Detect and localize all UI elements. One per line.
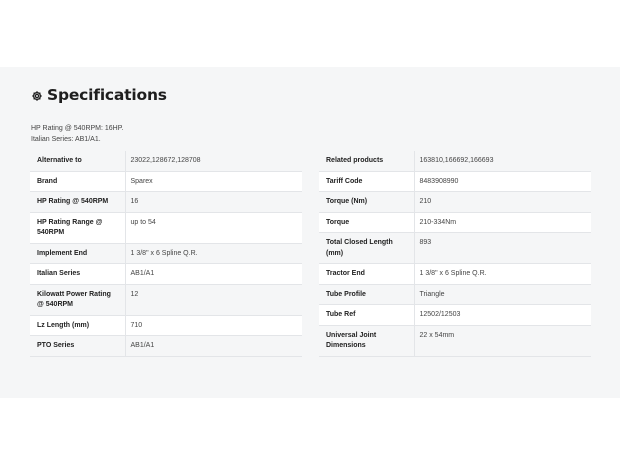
spec-label: Brand (30, 171, 126, 192)
table-row: Lz Length (mm) 710 (30, 315, 302, 336)
table-row: Universal Joint Dimensions 22 x 54mm (319, 325, 591, 357)
section-heading: Specifications (31, 85, 167, 105)
table-row: Related products 163810,166692,166693 (319, 151, 591, 172)
spec-label: Kilowatt Power Rating @ 540RPM (30, 284, 126, 316)
spec-value: 1 3/8" x 6 Spline Q.R. (414, 263, 591, 285)
spec-label: HP Rating Range @ 540RPM (30, 212, 126, 244)
spec-value: 12502/12503 (414, 304, 591, 326)
table-row: Kilowatt Power Rating @ 540RPM 12 (30, 284, 302, 316)
spec-label: Total Closed Length (mm) (319, 232, 415, 264)
table-row: Brand Sparex (30, 171, 302, 192)
spec-table-right: Related products 163810,166692,166693 Tari… (319, 151, 591, 357)
spec-value: up to 54 (125, 212, 302, 244)
spec-value: 23022,128672,128708 (125, 151, 302, 172)
spec-value: 893 (414, 232, 591, 264)
spec-value: 8483908990 (414, 171, 591, 192)
spec-value: 22 x 54mm (414, 325, 591, 357)
spec-value: 210 (414, 191, 591, 213)
table-row: Italian Series AB1/A1 (30, 263, 302, 285)
table-row: Implement End 1 3/8" x 6 Spline Q.R. (30, 243, 302, 264)
spec-label: Tariff Code (319, 171, 415, 192)
spec-label: PTO Series (30, 335, 126, 357)
table-row: Total Closed Length (mm) 893 (319, 232, 591, 264)
spec-label: Torque (319, 212, 415, 233)
summary-line: Italian Series: AB1/A1. (31, 136, 101, 143)
spec-label: Lz Length (mm) (30, 315, 126, 336)
table-row: Alternative to 23022,128672,128708 (30, 151, 302, 172)
spec-label: Universal Joint Dimensions (319, 325, 415, 357)
table-row: Tractor End 1 3/8" x 6 Spline Q.R. (319, 263, 591, 285)
spec-label: Related products (319, 151, 415, 172)
spec-table-left: Alternative to 23022,128672,128708 Brand Sp… (30, 151, 302, 357)
spec-value: 210-334Nm (414, 212, 591, 233)
spec-label: Italian Series (30, 263, 126, 285)
spec-label: Torque (Nm) (319, 191, 415, 213)
spec-value: AB1/A1 (125, 263, 302, 285)
spec-label: HP Rating @ 540RPM (30, 191, 126, 213)
table-row: Tube Ref 12502/12503 (319, 304, 591, 326)
page-title: Specifications (47, 86, 167, 104)
spec-value: 12 (125, 284, 302, 316)
spec-label: Alternative to (30, 151, 126, 172)
spec-value: 710 (125, 315, 302, 336)
table-row: HP Rating @ 540RPM 16 (30, 191, 302, 213)
summary-line: HP Rating @ 540RPM: 16HP. (31, 125, 124, 132)
table-row: Tariff Code 8483908990 (319, 171, 591, 192)
spec-value: Triangle (414, 284, 591, 305)
gear-icon (31, 89, 43, 101)
spec-summary: HP Rating @ 540RPM: 16HP. Italian Series… (31, 123, 123, 145)
table-row: HP Rating Range @ 540RPM up to 54 (30, 212, 302, 244)
spec-label: Implement End (30, 243, 126, 264)
table-row: Torque (Nm) 210 (319, 191, 591, 213)
table-row: Torque 210-334Nm (319, 212, 591, 233)
spec-value: 163810,166692,166693 (414, 151, 591, 172)
spec-label: Tube Profile (319, 284, 415, 305)
spec-label: Tube Ref (319, 304, 415, 326)
spec-value: AB1/A1 (125, 335, 302, 357)
spec-value: 1 3/8" x 6 Spline Q.R. (125, 243, 302, 264)
table-row: Tube Profile Triangle (319, 284, 591, 305)
table-row: PTO Series AB1/A1 (30, 335, 302, 357)
spec-value: 16 (125, 191, 302, 213)
spec-label: Tractor End (319, 263, 415, 285)
spec-value: Sparex (125, 171, 302, 192)
